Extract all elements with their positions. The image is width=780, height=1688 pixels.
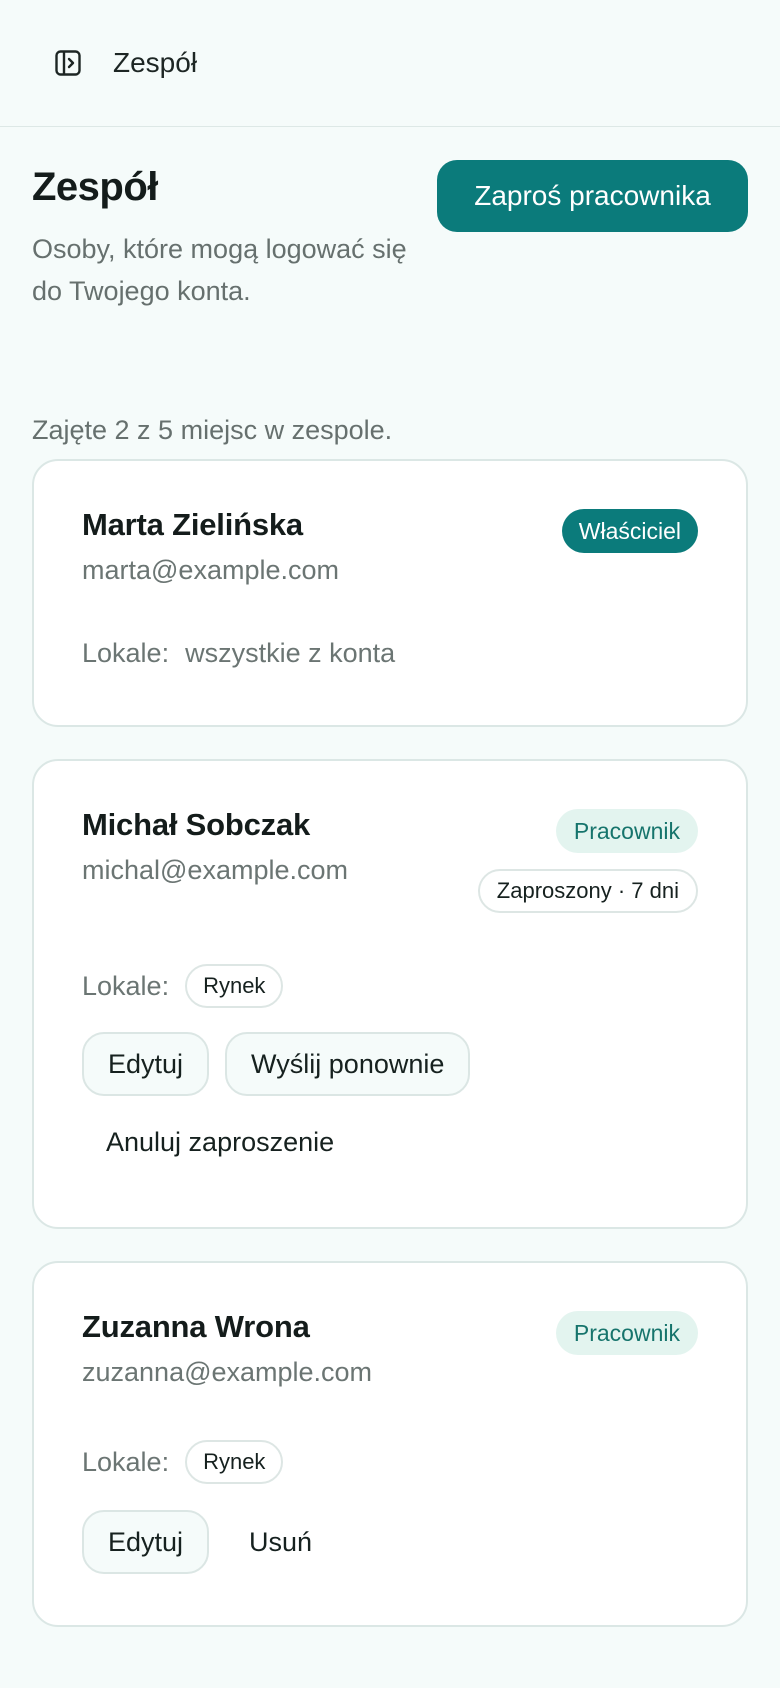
member-locations: Lokale: Rynek xyxy=(82,1440,698,1484)
locations-label: Lokale: xyxy=(82,1446,170,1477)
member-badges: Pracownik xyxy=(555,1311,698,1355)
seats-usage-text: Zajęte 2 z 5 miejsc w zespole. xyxy=(32,415,393,445)
member-locations: Lokale: wszystkie z konta xyxy=(82,638,698,669)
member-locations: Lokale: Rynek xyxy=(82,964,698,1008)
resend-invite-button[interactable]: Wyślij ponownie xyxy=(225,1032,471,1096)
member-card: Zuzanna Wrona zuzanna@example.com Pracow… xyxy=(32,1261,748,1627)
member-actions-secondary: Anuluj zaproszenie xyxy=(82,1110,698,1174)
member-email: marta@example.com xyxy=(82,555,339,585)
remove-button[interactable]: Usuń xyxy=(225,1510,336,1574)
edit-button[interactable]: Edytuj xyxy=(82,1032,210,1096)
edit-button[interactable]: Edytuj xyxy=(82,1510,210,1574)
page-subtitle: Osoby, które mogą logować się do Twojego… xyxy=(32,234,407,306)
member-card: Michał Sobczak michal@example.com Pracow… xyxy=(32,759,748,1229)
role-badge: Właściciel xyxy=(561,509,698,553)
member-email: zuzanna@example.com xyxy=(82,1357,373,1387)
cancel-invite-button[interactable]: Anuluj zaproszenie xyxy=(82,1110,358,1174)
invite-status-badge: Zaproszony · 7 dni xyxy=(477,869,698,913)
location-chip: Rynek xyxy=(185,964,284,1008)
page-header: Zespół Osoby, które mogą logować się do … xyxy=(0,127,780,357)
member-badges: Pracownik Zaproszony · 7 dni xyxy=(477,809,698,913)
team-list: Marta Zielińska marta@example.com Właści… xyxy=(0,459,780,1627)
locations-value: wszystkie z konta xyxy=(185,638,396,668)
top-bar: Zespół xyxy=(0,0,780,127)
role-badge: Pracownik xyxy=(555,809,698,853)
member-actions: Edytuj Wyślij ponownie xyxy=(82,1032,698,1096)
locations-label: Lokale: xyxy=(82,970,170,1001)
topbar-title: Zespół xyxy=(113,47,198,78)
location-chip: Rynek xyxy=(185,1440,284,1484)
invite-employee-button[interactable]: Zaproś pracownika xyxy=(437,160,748,232)
sidebar-toggle-icon[interactable] xyxy=(54,49,82,77)
member-badges: Właściciel xyxy=(561,509,698,553)
role-badge: Pracownik xyxy=(555,1311,698,1355)
member-actions: Edytuj Usuń xyxy=(82,1510,698,1574)
locations-label: Lokale: xyxy=(82,638,170,668)
member-card: Marta Zielińska marta@example.com Właści… xyxy=(32,459,748,727)
